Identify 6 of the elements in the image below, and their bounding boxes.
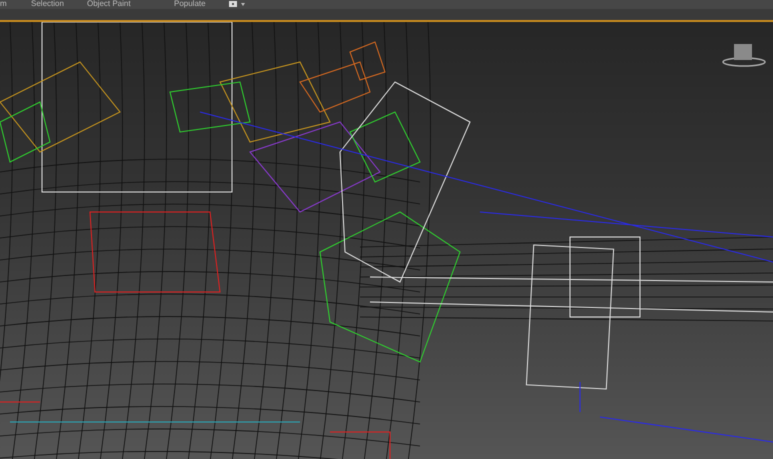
ribbon-tab[interactable]: m (0, 0, 31, 8)
ribbon-tab[interactable]: Object Paint (87, 0, 153, 8)
ribbon-tab[interactable]: Selection (31, 0, 87, 8)
caret-icon (241, 2, 245, 6)
ribbon-tab[interactable]: Populate (174, 0, 218, 8)
camera-dropdown-button[interactable] (229, 0, 245, 8)
